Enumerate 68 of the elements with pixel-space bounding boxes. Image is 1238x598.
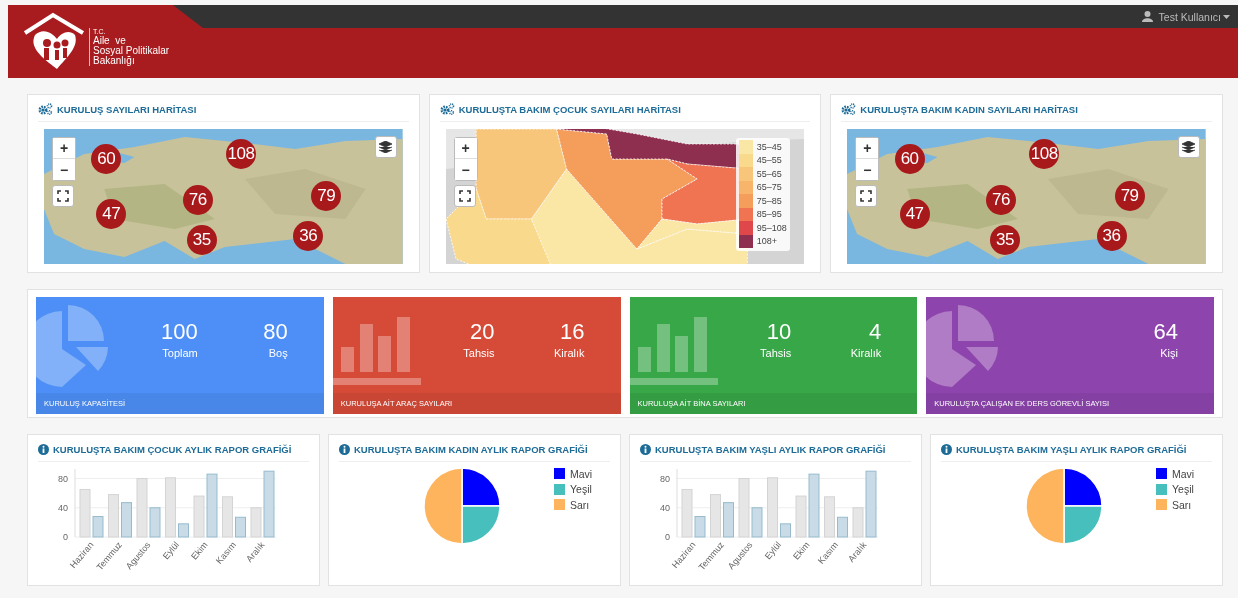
panel-title: KURULUŞTA BAKIM YAŞLI AYLIK RAPOR GRAFİĞİ [655,443,886,455]
info-icon [640,443,651,455]
fullscreen-icon [860,190,873,202]
panel-title: KURULUŞTA BAKIM YAŞLI AYLIK RAPOR GRAFİĞİ [956,443,1187,455]
legend-label: 75–85 [756,195,782,206]
info-icon [941,443,952,455]
stat-value: 64 [1153,319,1178,345]
legend-label: Yeşil [570,483,592,496]
legend-label: 85–95 [756,209,782,220]
legend-label: 35–45 [756,141,782,152]
y-tick-label: 0 [63,532,68,542]
legend-label: Mavi [1172,467,1195,480]
zoom-in-button[interactable]: + [53,138,75,159]
panel-title: KURULUŞTA BAKIM KADIN SAYILARI HARİTASI [860,103,1078,115]
user-icon [1141,11,1153,22]
legend-label: 95–108 [756,222,787,233]
stat-value: 80 [263,319,288,345]
pie-chart-icon [926,305,999,389]
stat-label: Kiralık [850,347,882,359]
y-tick-label: 40 [660,502,670,513]
pie-chart-icon [36,305,108,389]
caret-icon [1223,14,1230,19]
y-tick-label: 0 [665,532,670,542]
stat-value: 10 [766,319,792,345]
panel-title: KURULUŞ SAYILARI HARİTASI [57,103,197,115]
y-tick-label: 80 [660,473,670,484]
panel-title: KURULUŞTA BAKIM ÇOCUK AYLIK RAPOR GRAFİĞİ [53,443,292,455]
y-tick-label: 40 [58,502,68,513]
stat-value: 100 [161,319,198,345]
fullscreen-icon [57,190,69,202]
info-icon [38,443,49,455]
zoom-in-button[interactable]: + [454,138,477,159]
user-menu-button[interactable]: Test Kullanıcı [1141,10,1230,23]
layers-button[interactable] [374,136,397,158]
legend-label: Sarı [1172,498,1192,511]
legend-label: 65–75 [756,182,782,193]
legend-label: 108+ [756,236,777,247]
stat-label: Kişi [1160,347,1178,359]
stat-label: Kiralık [553,347,585,359]
stat-label: Tahsis [760,347,792,359]
panel-title: KURULUŞTA BAKIM ÇOCUK SAYILARI HARİTASI [458,103,681,115]
layers-icon [379,141,393,153]
cogs-icon [38,103,53,115]
legend-label: 55–65 [756,168,782,179]
stat-value: 4 [869,319,882,345]
y-tick-label: 80 [58,473,68,484]
layers-button[interactable] [1178,136,1200,158]
stat-value: 20 [470,319,495,345]
legend-label: Mavi [570,467,593,480]
stat-label: Toplam [162,347,198,359]
legend-label: Sarı [570,498,590,511]
bar-chart-icon [629,317,718,385]
zoom-in-button[interactable]: + [856,138,879,159]
legend-label: Yeşil [1172,483,1194,496]
bar-chart-icon [332,317,421,385]
stat-value: 16 [560,319,585,345]
cogs-icon [841,103,857,115]
fullscreen-button[interactable] [855,185,878,207]
legend-label: 45–55 [756,155,782,166]
cogs-icon [439,103,455,115]
stat-label: Tahsis [463,347,495,359]
info-icon [339,443,350,455]
fullscreen-icon [458,190,471,202]
fullscreen-button[interactable] [52,185,74,207]
layers-icon [1182,141,1196,153]
panel-title: KURULUŞTA BAKIM KADIN AYLIK RAPOR GRAFİĞİ [354,443,588,455]
fullscreen-button[interactable] [453,185,476,207]
stat-label: Boş [268,347,288,359]
